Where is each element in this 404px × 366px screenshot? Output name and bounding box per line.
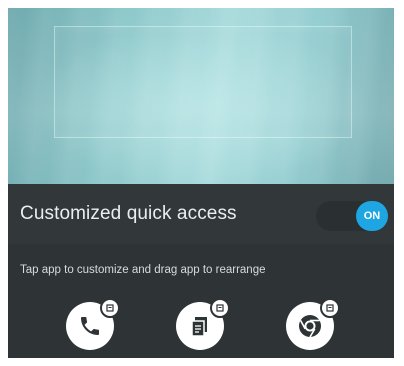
app-memo[interactable] xyxy=(176,298,230,352)
chrome-icon xyxy=(299,315,321,338)
app-phone[interactable] xyxy=(66,298,120,352)
wallpaper-frame xyxy=(54,26,352,138)
edit-badge-icon[interactable] xyxy=(210,298,230,318)
app-chrome[interactable] xyxy=(286,298,340,352)
quick-access-title: Customized quick access xyxy=(20,203,237,224)
edit-badge-icon[interactable] xyxy=(320,298,340,318)
quick-access-panel: Customized quick access ON Tap app to cu… xyxy=(8,184,394,358)
toggle-on-label: ON xyxy=(356,201,388,231)
quick-access-toggle[interactable]: ON xyxy=(316,201,388,231)
edit-badge-icon[interactable] xyxy=(100,298,120,318)
quick-access-header: Customized quick access ON xyxy=(8,184,394,244)
memo-icon xyxy=(191,317,207,337)
screen: Customized quick access ON Tap app to cu… xyxy=(8,8,394,358)
phone-icon xyxy=(81,317,99,335)
wallpaper xyxy=(8,8,394,184)
instruction-text: Tap app to customize and drag app to rea… xyxy=(20,264,266,276)
